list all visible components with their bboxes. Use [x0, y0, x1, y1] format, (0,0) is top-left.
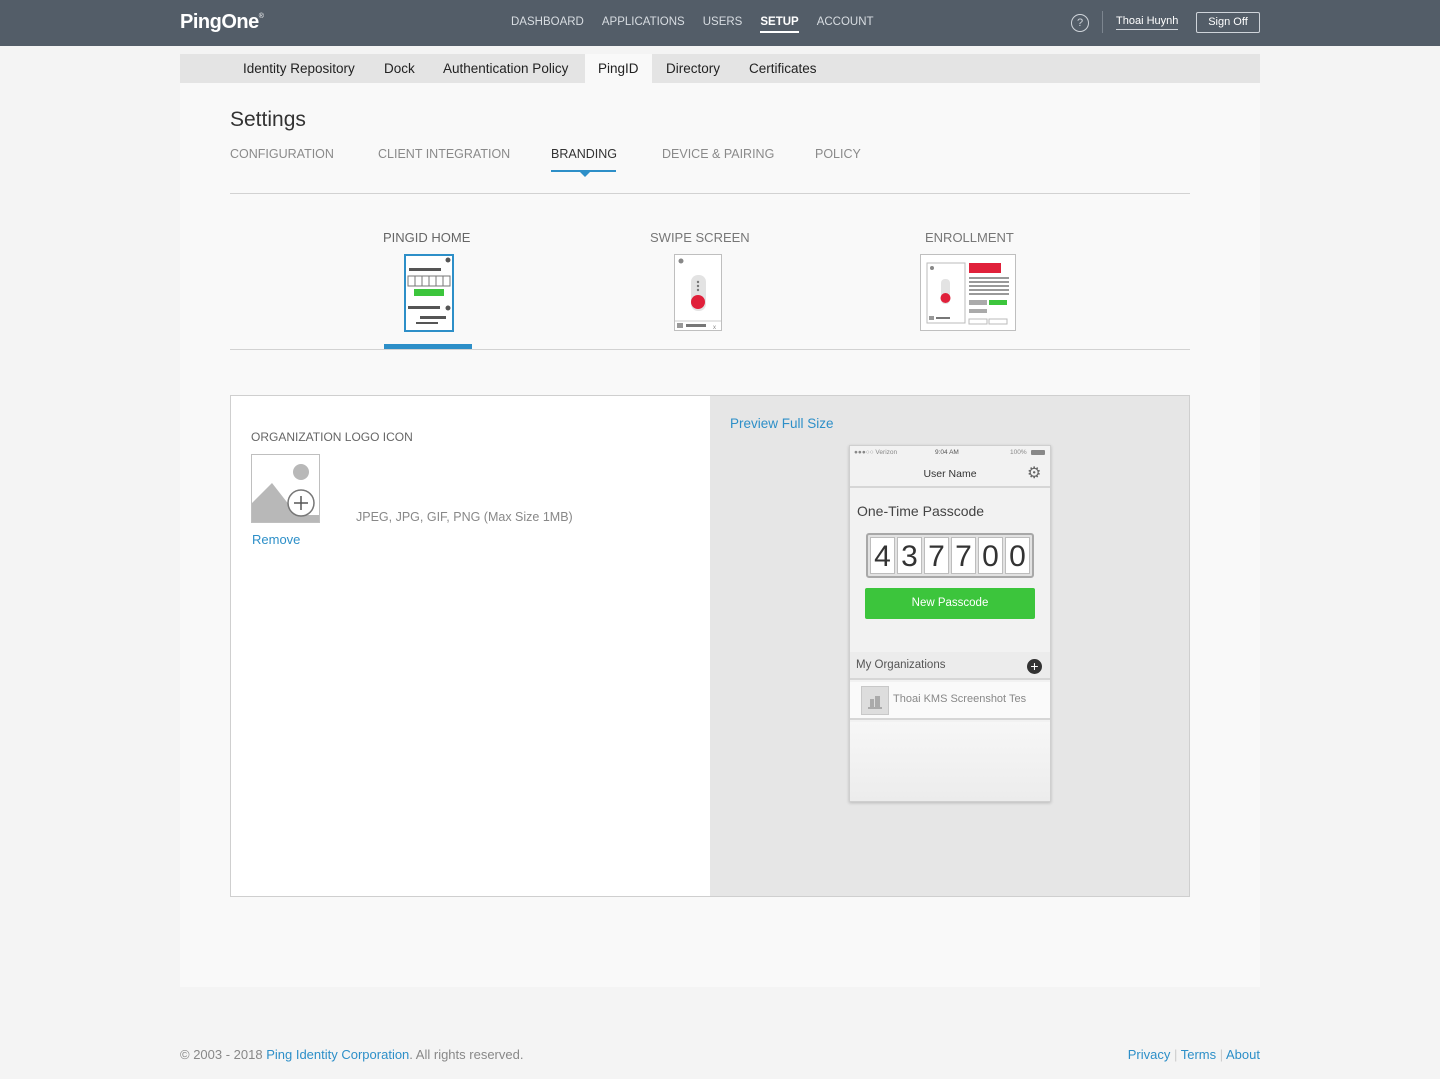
footer-links: Privacy | Terms | About — [1127, 1047, 1260, 1062]
divider — [230, 349, 1190, 350]
tab-certificates[interactable]: Certificates — [736, 54, 830, 83]
help-icon[interactable]: ? — [1071, 14, 1089, 32]
otp-digit: 3 — [897, 537, 922, 574]
company-link[interactable]: Ping Identity Corporation — [266, 1047, 409, 1062]
preview-panel: Preview Full Size ●●●○○ Verizon 9:04 AM … — [710, 395, 1190, 897]
footer-copyright: © 2003 - 2018 Ping Identity Corporation.… — [180, 1047, 523, 1062]
top-bar: PingOne® DASHBOARD APPLICATIONS USERS SE… — [0, 0, 1440, 46]
otp-display: 4 3 7 7 0 0 — [866, 533, 1034, 578]
logo-settings-panel: ORGANIZATION LOGO ICON Remove JPEG, JPG,… — [230, 395, 710, 897]
otp-digit: 0 — [1005, 537, 1030, 574]
remove-logo-link[interactable]: Remove — [252, 532, 300, 547]
tab-dock[interactable]: Dock — [371, 54, 428, 83]
otp-digit: 4 — [870, 537, 895, 574]
phone-preview: ●●●○○ Verizon 9:04 AM 100% User Name ⚙ O… — [849, 445, 1051, 802]
phone-background — [850, 722, 1050, 801]
carrier-text: ●●●○○ Verizon — [854, 449, 898, 456]
enrollment-thumbnail[interactable] — [920, 254, 1016, 331]
caret-down-icon — [579, 171, 591, 177]
sign-off-button[interactable]: Sign Off — [1196, 12, 1260, 33]
nav-account[interactable]: ACCOUNT — [817, 16, 874, 33]
organization-row: Thoai KMS Screenshot Tes — [850, 682, 1050, 720]
logo-upload-box[interactable] — [251, 454, 320, 523]
building-icon — [861, 686, 889, 715]
tab-configuration[interactable]: CONFIGURATION — [230, 147, 334, 161]
phone-header: User Name ⚙ — [850, 460, 1050, 488]
user-name-link[interactable]: Thoai Huynh — [1116, 15, 1179, 30]
about-link[interactable]: About — [1226, 1047, 1260, 1062]
phone-swipe-icon: x — [675, 258, 721, 331]
enrollment-icon — [926, 262, 1009, 325]
divider — [230, 193, 1190, 194]
rights-text: . All rights reserved. — [409, 1047, 524, 1062]
content-area: Settings CONFIGURATION CLIENT INTEGRATIO… — [180, 83, 1260, 987]
tab-authentication-policy[interactable]: Authentication Policy — [430, 54, 581, 83]
logo-format-hint: JPEG, JPG, GIF, PNG (Max Size 1MB) — [356, 510, 573, 524]
phone-status-bar: ●●●○○ Verizon 9:04 AM 100% — [850, 446, 1050, 460]
page-title: Settings — [230, 108, 306, 131]
branding-pingid-home-label[interactable]: PINGID HOME — [383, 230, 470, 245]
svg-text:x: x — [713, 325, 716, 330]
tab-branding[interactable]: BRANDING — [551, 147, 617, 161]
new-passcode-button: New Passcode — [865, 588, 1035, 619]
main-nav: DASHBOARD APPLICATIONS USERS SETUP ACCOU… — [511, 16, 874, 33]
otp-digit: 7 — [951, 537, 976, 574]
nav-users[interactable]: USERS — [703, 16, 743, 33]
pingone-logo[interactable]: PingOne® — [180, 11, 264, 34]
gear-icon: ⚙ — [1027, 465, 1042, 482]
nav-dashboard[interactable]: DASHBOARD — [511, 16, 584, 33]
battery-icon — [1031, 450, 1045, 455]
tab-policy[interactable]: POLICY — [815, 147, 861, 161]
my-organizations-header: My Organizations + — [850, 652, 1050, 680]
add-organization-icon: + — [1027, 659, 1042, 674]
privacy-link[interactable]: Privacy — [1128, 1047, 1171, 1062]
tab-pingid[interactable]: PingID — [585, 54, 652, 83]
otp-digit: 7 — [924, 537, 949, 574]
organization-name: Thoai KMS Screenshot Tes — [893, 693, 1027, 705]
tab-directory[interactable]: Directory — [653, 54, 733, 83]
nav-setup[interactable]: SETUP — [760, 16, 799, 33]
branding-enrollment-label[interactable]: ENROLLMENT — [925, 230, 1014, 245]
otp-digit: 0 — [978, 537, 1003, 574]
preview-full-size-link[interactable]: Preview Full Size — [730, 416, 834, 431]
battery-text: 100% — [1010, 449, 1027, 456]
time-text: 9:04 AM — [935, 449, 959, 456]
image-placeholder-icon — [252, 464, 319, 522]
sub-tabs: Identity Repository Dock Authentication … — [180, 54, 1260, 83]
branding-swipe-screen-label[interactable]: SWIPE SCREEN — [650, 230, 750, 245]
tab-identity-repository[interactable]: Identity Repository — [230, 54, 368, 83]
swipe-screen-thumbnail[interactable]: x — [674, 254, 722, 331]
otp-title: One-Time Passcode — [857, 503, 985, 519]
copyright-text: © 2003 - 2018 — [180, 1047, 267, 1062]
divider — [1102, 11, 1103, 33]
my-organizations-title: My Organizations — [856, 659, 946, 671]
nav-applications[interactable]: APPLICATIONS — [602, 16, 685, 33]
phone-user-name: User Name — [923, 468, 977, 480]
tab-device-pairing[interactable]: DEVICE & PAIRING — [662, 147, 774, 161]
organization-logo-label: ORGANIZATION LOGO ICON — [251, 430, 413, 444]
pingid-home-thumbnail[interactable] — [404, 254, 454, 332]
phone-home-icon — [407, 257, 451, 324]
terms-link[interactable]: Terms — [1181, 1047, 1216, 1062]
tab-client-integration[interactable]: CLIENT INTEGRATION — [378, 147, 510, 161]
